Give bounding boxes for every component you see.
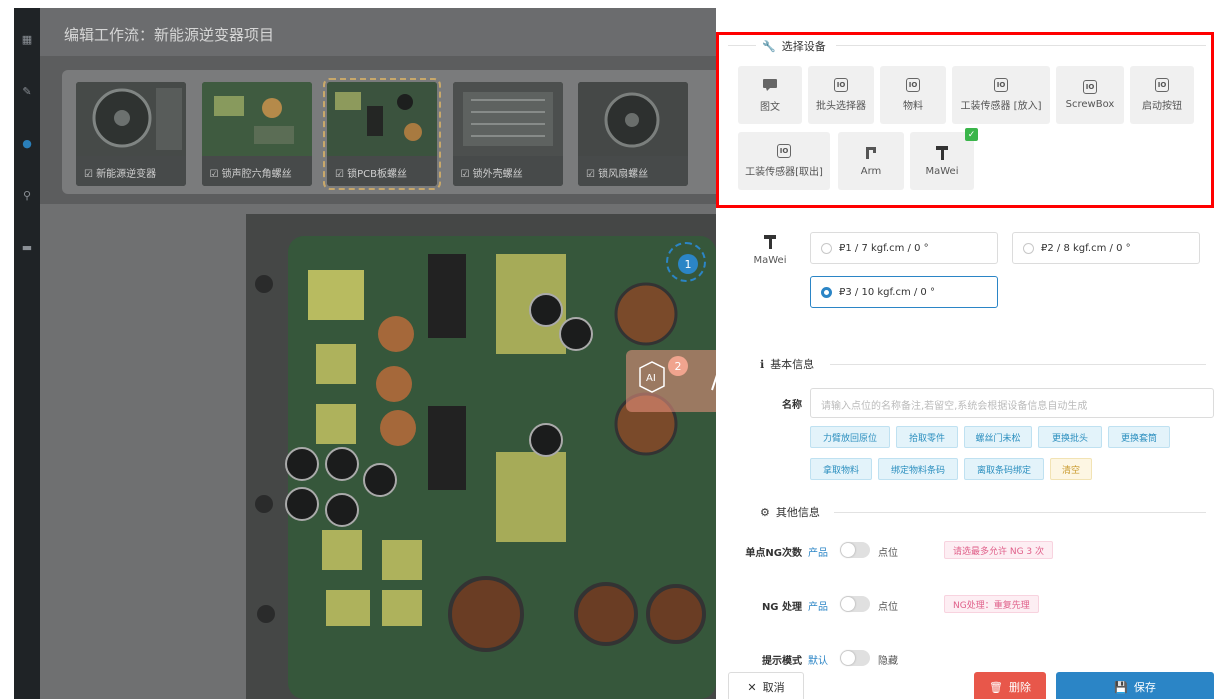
step-thumbnail[interactable]: ☑ 锁外壳螺丝 — [452, 82, 563, 186]
delete-button[interactable]: 🗑 删除 — [974, 672, 1046, 699]
param-option[interactable]: ₽1 / 7 kgf.cm / 0 ° — [810, 232, 998, 264]
ng-handling-note: NG处理：重复先理 — [944, 595, 1039, 613]
param-option-selected[interactable]: ₽3 / 10 kgf.cm / 0 ° — [810, 276, 998, 308]
screw-point-marker[interactable]: 2 — [668, 356, 688, 376]
divider — [836, 45, 1206, 46]
io-icon: IO — [834, 78, 848, 92]
cancel-button[interactable]: ✕ 取消 — [728, 672, 804, 699]
app-root: ▦ ✎ ● ⚲ ▬ 编辑工作流：新能源逆变器项目 ☑ 新能源逆变器 ☑ 锁声腔六… — [0, 0, 1214, 699]
step-thumbnail-selected[interactable]: ☑ 锁PCB板螺丝 — [323, 78, 441, 190]
quick-tag[interactable]: 绑定物料条码 — [878, 458, 958, 480]
ng-handling-label: NG 处理 — [761, 602, 802, 613]
trash-icon: 🗑 — [989, 680, 1003, 694]
divider — [728, 45, 756, 46]
step-thumbnail-label: ☑ 锁声腔六角螺丝 — [201, 156, 312, 186]
option-product[interactable]: 产品 — [808, 544, 828, 559]
quick-tag[interactable]: 拾取零件 — [896, 426, 958, 448]
radio-icon — [1023, 242, 1034, 254]
divider — [830, 364, 1206, 365]
step-thumbnail[interactable]: ☑ 新能源逆变器 — [76, 82, 186, 186]
step-thumbnail[interactable]: ☑ 锁风扇螺丝 — [578, 82, 688, 186]
close-icon: ✕ — [747, 680, 757, 694]
workflow-editor: 编辑工作流：新能源逆变器项目 ☑ 新能源逆变器 ☑ 锁声腔六角螺丝 ☑ 锁PCB… — [40, 8, 716, 699]
save-icon: 💾 — [1114, 680, 1128, 694]
io-icon: IO — [1083, 80, 1097, 94]
section-select-device: 🔧 选择设备 — [762, 39, 826, 54]
quick-tag[interactable]: 拿取物料 — [810, 458, 872, 480]
ai-label: AI — [646, 373, 656, 384]
dot-icon[interactable]: ● — [20, 136, 34, 150]
info-icon: ℹ — [760, 357, 765, 371]
ng-count-label: 单点NG次数 — [745, 548, 802, 559]
quick-tag[interactable]: 螺丝门未松 — [964, 426, 1032, 448]
io-icon: IO — [777, 144, 791, 158]
step-thumbnail[interactable]: ☑ 锁声腔六角螺丝 — [201, 82, 312, 186]
pcb-photo — [246, 214, 716, 699]
radio-icon — [821, 286, 832, 298]
gears-icon: ⚙ — [760, 505, 770, 519]
search-icon[interactable]: ⚲ — [20, 188, 34, 202]
page-title: 编辑工作流：新能源逆变器项目 — [40, 8, 716, 56]
wrench-icon[interactable]: ✎ — [20, 84, 34, 98]
ng-count-note: 请选最多允许 NG 3 次 — [944, 541, 1054, 559]
checked-icon: ✓ — [965, 128, 978, 141]
param-option[interactable]: ₽2 / 8 kgf.cm / 0 ° — [1012, 232, 1200, 264]
device-tile-text-image[interactable]: 图文 — [738, 66, 802, 124]
section-other-info: ⚙ 其他信息 — [760, 505, 820, 520]
io-icon: IO — [994, 78, 1008, 92]
quick-tag[interactable]: 力臂放回原位 — [810, 426, 890, 448]
device-tile-fixture-sensor-out[interactable]: IO 工装传感器[取出] — [738, 132, 830, 190]
prompt-mode-label: 提示模式 — [762, 656, 802, 667]
option-default[interactable]: 默认 — [808, 652, 828, 667]
quick-tag[interactable]: 更换批头 — [1038, 426, 1102, 448]
io-icon: IO — [906, 78, 920, 92]
device-tile-arm[interactable]: Arm — [838, 132, 904, 190]
step-thumbnail-label: ☑ 新能源逆变器 — [76, 156, 186, 186]
step-thumbnail-label: ☑ 锁PCB板螺丝 — [327, 156, 437, 186]
save-button[interactable]: 💾 保存 — [1056, 672, 1214, 699]
io-icon: IO — [1155, 78, 1169, 92]
name-input[interactable]: 请输入点位的名称备注,若留空,系统会根据设备信息自动生成 — [810, 388, 1214, 418]
ng-handling-toggle[interactable] — [840, 596, 870, 612]
quick-tag[interactable]: 更换套筒 — [1108, 426, 1170, 448]
device-tile-fixture-sensor-in[interactable]: IO 工装传感器 [放入] — [952, 66, 1050, 124]
screwdriver-icon — [934, 145, 950, 161]
name-label: 名称 — [782, 400, 802, 411]
step-thumbnail-strip: ☑ 新能源逆变器 ☑ 锁声腔六角螺丝 ☑ 锁PCB板螺丝 ☑ 锁外壳螺丝 ☑ 锁… — [62, 70, 716, 194]
device-tile-material[interactable]: IO 物料 — [880, 66, 946, 124]
device-tile-screwbox[interactable]: IO ScrewBox — [1056, 66, 1124, 124]
option-point[interactable]: 点位 — [878, 598, 898, 613]
device-tile-start-button[interactable]: IO 启动按钮 — [1130, 66, 1194, 124]
step-thumbnail-label: ☑ 锁外壳螺丝 — [452, 156, 563, 186]
divider — [834, 512, 1206, 513]
inverter-fan-image — [76, 82, 186, 156]
device-tile-bit-selector[interactable]: IO 批头选择器 — [808, 66, 874, 124]
arm-icon — [863, 145, 879, 161]
option-point[interactable]: 点位 — [878, 544, 898, 559]
chat-icon[interactable]: ▬ — [20, 240, 34, 254]
ng-count-toggle[interactable] — [840, 542, 870, 558]
screw-point-marker[interactable]: 1 — [678, 254, 698, 274]
left-sidebar: ▦ ✎ ● ⚲ ▬ — [14, 8, 40, 699]
option-hidden[interactable]: 隐藏 — [878, 652, 898, 667]
mawei-device-label: MaWei — [752, 234, 788, 266]
wrench-icon: 🔧 — [762, 39, 776, 53]
quick-tag[interactable]: 离取条码绑定 — [964, 458, 1044, 480]
screwdriver-icon — [764, 235, 776, 249]
text-image-icon — [762, 77, 778, 93]
device-tile-mawei[interactable]: MaWei ✓ — [910, 128, 978, 190]
option-product[interactable]: 产品 — [808, 598, 828, 613]
radio-icon — [821, 242, 832, 254]
section-basic-info: ℹ 基本信息 — [760, 357, 815, 372]
prompt-mode-toggle[interactable] — [840, 650, 870, 666]
clear-tag[interactable]: 清空 — [1050, 458, 1092, 480]
pcb-board-image — [327, 82, 437, 156]
pcb-image — [201, 82, 312, 156]
fan-image — [578, 82, 688, 156]
step-thumbnail-label: ☑ 锁风扇螺丝 — [578, 156, 688, 186]
grid-icon[interactable]: ▦ — [20, 32, 34, 46]
housing-image — [452, 82, 563, 156]
